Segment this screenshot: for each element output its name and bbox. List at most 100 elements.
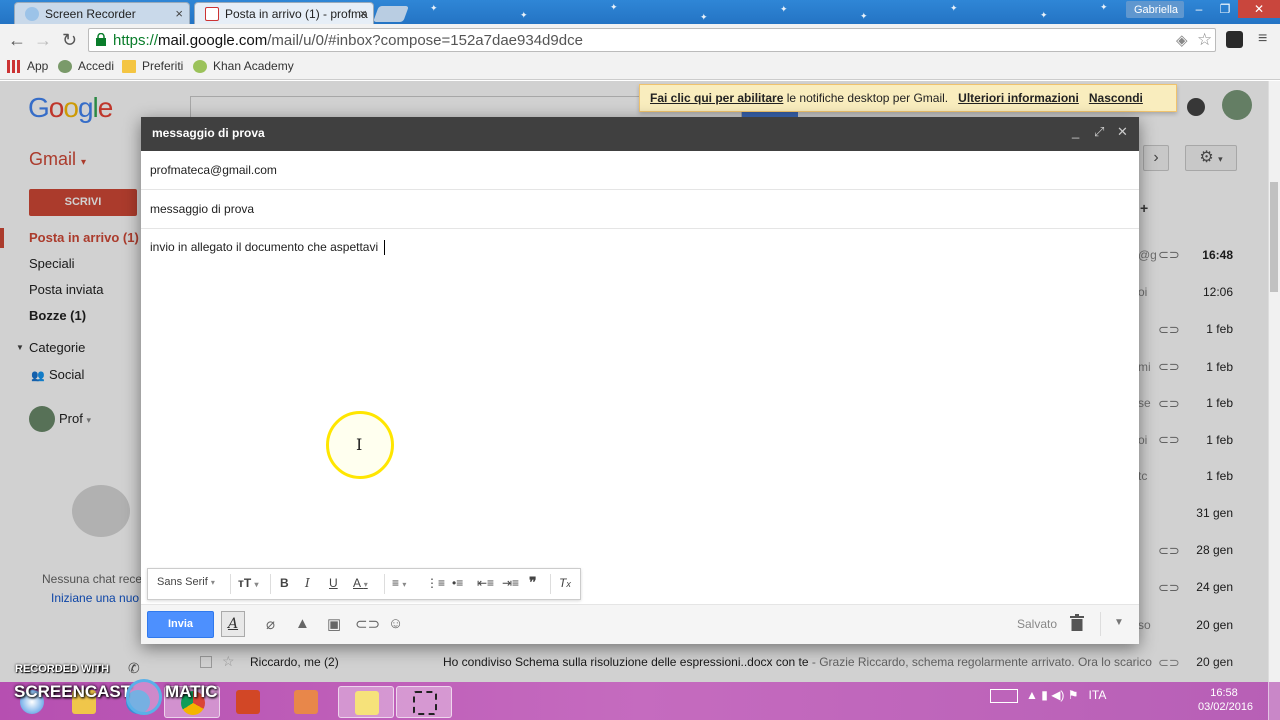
tab-screen-recorder[interactable]: Screen Recorder × (14, 2, 190, 24)
body-text: invio in allegato il documento che aspet… (150, 240, 379, 254)
taskbar-app[interactable] (278, 686, 334, 718)
fullscreen-compose-icon[interactable]: ⤢ (1094, 124, 1104, 140)
taskbar-notes[interactable] (338, 686, 394, 718)
italic-icon[interactable]: I (305, 576, 310, 590)
bookmark-accedi[interactable]: Accedi (58, 59, 114, 73)
more-options-icon[interactable]: ▼ (1114, 617, 1124, 628)
extension-badge-icon[interactable] (1226, 31, 1243, 48)
message-body[interactable] (141, 230, 1139, 566)
bookmark-khan-academy[interactable]: Khan Academy (193, 59, 294, 73)
maximize-button[interactable]: ❐ (1212, 0, 1238, 18)
flag-icon[interactable]: ⚑ (1068, 688, 1079, 702)
input-language[interactable]: ITA (1089, 688, 1107, 702)
quote-icon[interactable]: ❞ (529, 574, 537, 591)
clock-time: 16:58 (1210, 687, 1238, 699)
taskbar-powerpoint[interactable] (220, 686, 276, 718)
dismiss-link[interactable]: Nascondi (1089, 91, 1143, 105)
compose-actions-bar (141, 604, 1139, 644)
minimize-compose-icon[interactable]: _ (1072, 124, 1079, 139)
bold-icon[interactable]: B (280, 576, 289, 590)
network-icon[interactable]: ▮ (1041, 688, 1048, 702)
sticky-notes-icon (355, 691, 379, 715)
puzzle-icon (58, 60, 72, 73)
bookmark-apps[interactable]: App (7, 59, 48, 73)
close-tab-icon[interactable]: × (359, 6, 367, 21)
close-window-button[interactable]: ✕ (1238, 0, 1280, 18)
browser-user[interactable]: Gabriella (1126, 1, 1184, 18)
app-icon (294, 690, 318, 714)
lock-icon (96, 33, 106, 46)
attach-file-icon[interactable]: ⌀ (266, 615, 275, 633)
volume-icon[interactable]: ◀) (1051, 688, 1064, 702)
discard-draft-icon[interactable] (1070, 614, 1084, 631)
close-compose-icon[interactable]: ✕ (1117, 124, 1128, 140)
show-desktop-button[interactable] (1268, 682, 1280, 720)
screencast-o-matic-logo (126, 679, 162, 715)
taskbar-snipping[interactable] (396, 686, 452, 718)
reload-icon[interactable]: ↻ (62, 30, 77, 51)
subject-field[interactable]: messaggio di prova (141, 190, 1139, 229)
enable-notifications-link[interactable]: Fai clic qui per abilitare (650, 91, 783, 105)
leaf-icon (193, 60, 207, 73)
powerpoint-icon (236, 690, 260, 714)
row-time: 20 gen (1196, 655, 1233, 669)
scrollbar-thumb[interactable] (1270, 182, 1278, 292)
extension-icon[interactable]: ◈ (1176, 31, 1188, 49)
underline-icon[interactable]: U (329, 576, 338, 590)
divider (384, 574, 385, 594)
bookmark-star-icon[interactable]: ☆ (1197, 30, 1212, 50)
folder-icon (122, 60, 136, 73)
insert-link-icon[interactable]: ⊂⊃ (355, 615, 380, 633)
url-text: https://mail.google.com/mail/u/0/#inbox?… (113, 32, 583, 49)
emoji-icon[interactable]: ☺ (388, 615, 403, 632)
align-icon[interactable]: ≡ ▾ (392, 576, 406, 590)
text-caret (384, 240, 385, 255)
to-value: profmateca@gmail.com (150, 163, 277, 177)
text-color-icon[interactable]: A ▾ (353, 576, 368, 590)
address-bar[interactable]: https://mail.google.com/mail/u/0/#inbox?… (88, 28, 1216, 52)
formatting-options-icon[interactable]: A (221, 611, 245, 637)
taskbar-clock[interactable]: 16:58 03/02/2016 (1198, 686, 1254, 714)
keyboard-icon[interactable] (990, 688, 1018, 703)
snipping-tool-icon (413, 691, 437, 715)
clock-date: 03/02/2016 (1198, 701, 1254, 713)
divider (1100, 612, 1101, 636)
apps-grid-icon (7, 60, 21, 73)
bookmarks-bar (0, 56, 1280, 80)
learn-more-link[interactable]: Ulteriori informazioni (958, 91, 1079, 105)
drive-icon[interactable]: ▲ (295, 615, 310, 632)
menu-icon[interactable]: ≡ (1258, 30, 1267, 48)
gmail-icon (205, 7, 219, 21)
watermark-recorded: RECORDED WITH (15, 663, 110, 675)
close-tab-icon[interactable]: × (175, 6, 183, 21)
font-size-icon[interactable]: тT ▾ (238, 576, 259, 590)
new-tab-button[interactable] (373, 6, 409, 22)
send-button[interactable]: Invia (147, 611, 214, 638)
clear-formatting-icon[interactable]: Tx (559, 576, 571, 590)
indent-less-icon[interactable]: ⇤≡ (477, 576, 494, 590)
minimize-button[interactable]: – (1186, 0, 1212, 18)
system-tray[interactable]: ▲ ▮ ◀) ⚑ ITA (990, 688, 1106, 703)
back-icon[interactable]: ← (8, 30, 26, 51)
notification-text: le notifiche desktop per Gmail. (783, 91, 949, 105)
bulleted-list-icon[interactable]: •≡ (452, 576, 463, 590)
desktop-notification-banner: Fai clic qui per abilitare le notifiche … (639, 84, 1177, 112)
divider (230, 574, 231, 594)
forward-icon[interactable]: → (34, 30, 52, 51)
font-select[interactable]: Sans Serif ▾ (157, 576, 215, 588)
numbered-list-icon[interactable]: ⋮≡ (426, 576, 445, 590)
to-field[interactable]: profmateca@gmail.com (141, 151, 1139, 190)
indent-more-icon[interactable]: ⇥≡ (502, 576, 519, 590)
bookmark-preferiti[interactable]: Preferiti (122, 59, 183, 73)
tray-arrow-icon[interactable]: ▲ (1026, 688, 1038, 702)
page-scrollbar[interactable] (1268, 81, 1280, 682)
watermark-screencast: SCREENCAST (14, 682, 132, 701)
subject-value: messaggio di prova (150, 202, 255, 216)
compose-header[interactable] (141, 117, 1139, 151)
tab-gmail[interactable]: Posta in arrivo (1) - profma × (194, 2, 374, 24)
divider (270, 574, 271, 594)
insert-photo-icon[interactable]: ▣ (327, 615, 341, 633)
save-status: Salvato (1017, 617, 1058, 631)
tab-label: Posta in arrivo (1) - profma (225, 7, 368, 21)
watermark-matic: MATIC (165, 682, 218, 701)
